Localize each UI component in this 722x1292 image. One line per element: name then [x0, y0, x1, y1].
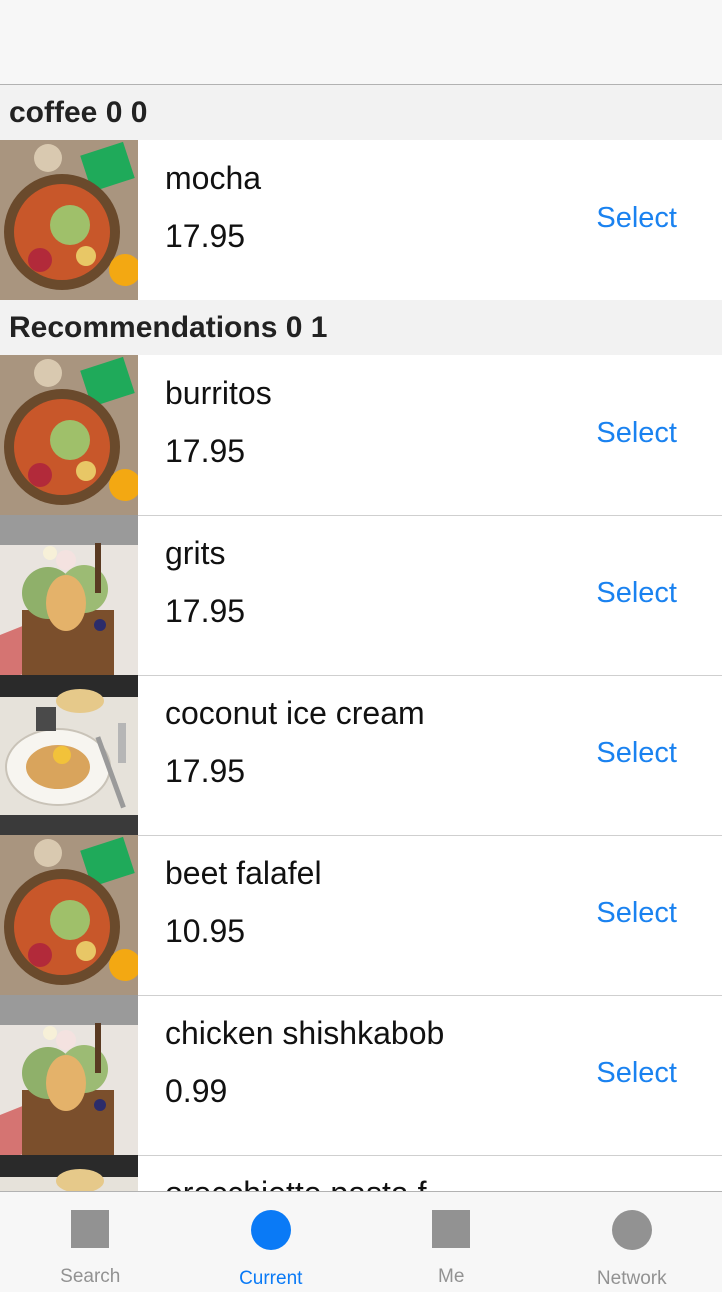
select-button[interactable]: Select: [596, 417, 677, 450]
list-item[interactable]: burritos 17.95 Select: [0, 355, 722, 515]
section-header-coffee: coffee 0 0: [0, 85, 722, 140]
item-name: burritos: [165, 375, 272, 411]
square-icon: [71, 1210, 110, 1248]
item-price: 17.95: [165, 593, 246, 629]
item-name: orecchiette pasta f: [165, 1175, 426, 1191]
item-price: 17.95: [165, 433, 246, 469]
list-item[interactable]: beet falafel 10.95 Select: [0, 835, 722, 995]
food-thumbnail-pancake: [0, 675, 138, 835]
list-item[interactable]: chicken shishkabob 0.99 Select: [0, 995, 722, 1155]
select-button[interactable]: Select: [596, 897, 677, 930]
circle-icon: [611, 1210, 652, 1250]
item-name: beet falafel: [165, 855, 322, 891]
item-name: chicken shishkabob: [165, 1015, 445, 1051]
item-name: grits: [165, 535, 226, 571]
app-screen: coffee 0 0 mocha 17.95 Select Recommenda…: [0, 0, 722, 1292]
tab-me[interactable]: Me: [361, 1192, 542, 1292]
list-item[interactable]: coconut ice cream 17.95 Select: [0, 675, 722, 835]
tab-search[interactable]: Search: [0, 1192, 181, 1292]
food-thumbnail-pancake: [0, 1155, 138, 1191]
tab-label: Current: [239, 1268, 303, 1289]
food-thumbnail-icecream: [0, 995, 138, 1155]
menu-list[interactable]: coffee 0 0 mocha 17.95 Select Recommenda…: [0, 85, 722, 1191]
select-button[interactable]: Select: [596, 737, 677, 770]
list-item[interactable]: mocha 17.95 Select: [0, 140, 722, 300]
list-item[interactable]: orecchiette pasta f: [0, 1155, 722, 1191]
tab-label: Search: [60, 1266, 121, 1287]
item-price: 10.95: [165, 913, 246, 949]
food-thumbnail-bowl: [0, 140, 138, 300]
square-icon: [432, 1210, 471, 1248]
item-price: 0.99: [165, 1073, 228, 1109]
tab-label: Network: [596, 1268, 667, 1289]
item-name: mocha: [165, 160, 262, 196]
select-button[interactable]: Select: [596, 1057, 677, 1090]
food-thumbnail-icecream: [0, 515, 138, 675]
tab-current[interactable]: Current: [181, 1192, 362, 1292]
food-thumbnail-bowl: [0, 835, 138, 995]
circle-icon: [250, 1210, 291, 1250]
select-button[interactable]: Select: [596, 202, 677, 235]
section-header-recommendations: Recommendations 0 1: [0, 300, 722, 355]
navigation-bar: [0, 0, 722, 85]
tab-bar: Search Current Me Network: [0, 1191, 722, 1292]
item-price: 17.95: [165, 218, 246, 254]
food-thumbnail-bowl: [0, 355, 138, 515]
tab-network[interactable]: Network: [542, 1192, 722, 1292]
item-price: 17.95: [165, 753, 246, 789]
list-item[interactable]: grits 17.95 Select: [0, 515, 722, 675]
item-name: coconut ice cream: [165, 695, 425, 731]
select-button[interactable]: Select: [596, 577, 677, 610]
tab-label: Me: [438, 1266, 465, 1287]
